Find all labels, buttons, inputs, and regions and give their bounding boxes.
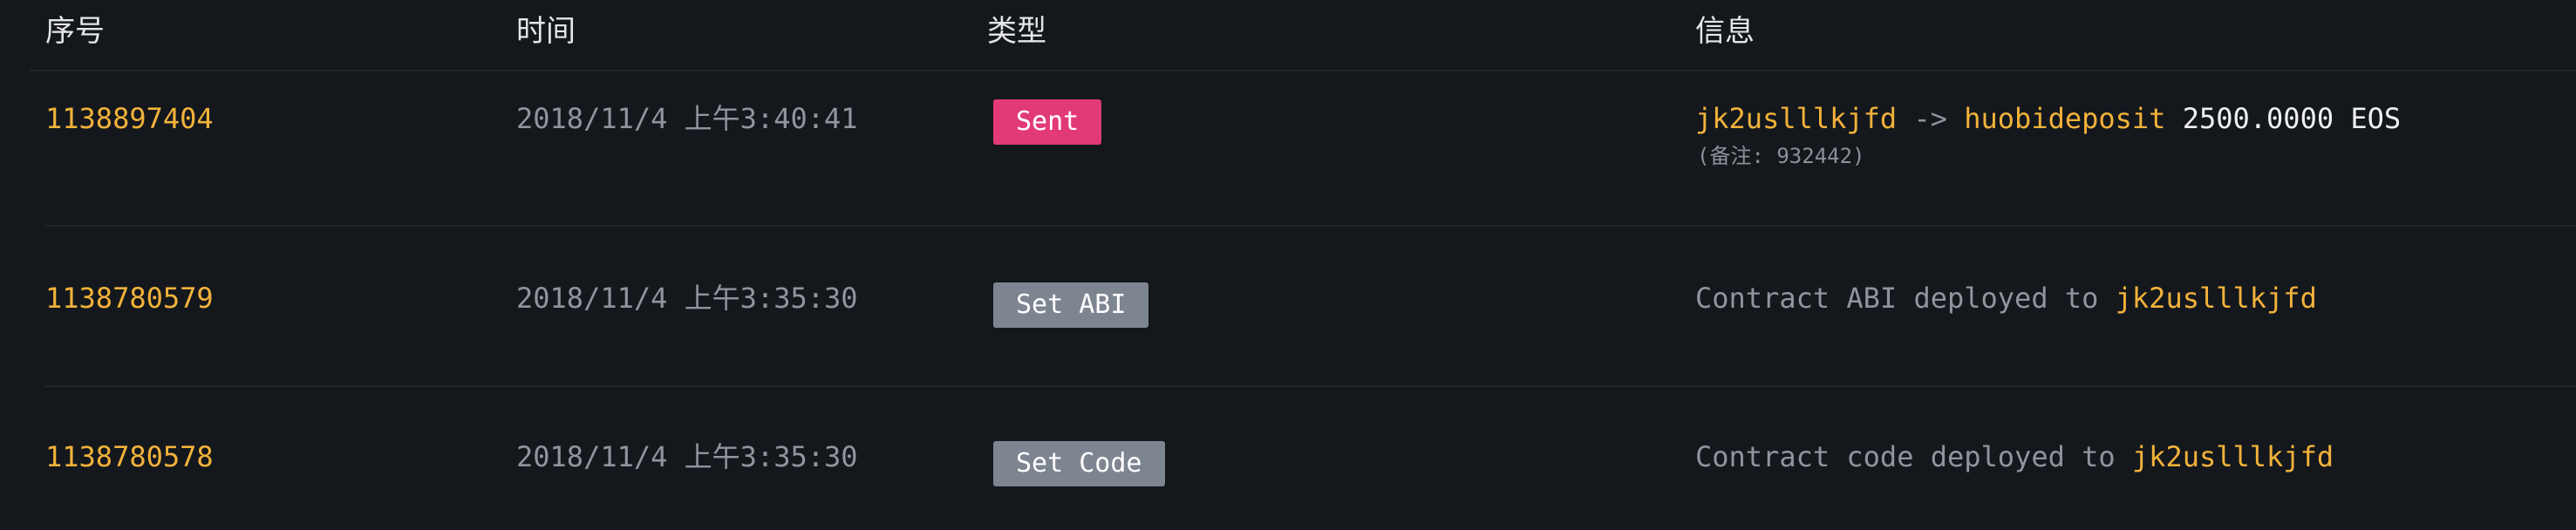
table-row: 1138780578 2018/11/4 上午3:35:30 Set Code …: [45, 387, 2576, 530]
table-row: 1138780579 2018/11/4 上午3:35:30 Set ABI C…: [45, 227, 2576, 387]
transfer-arrow: ->: [1913, 102, 1947, 135]
type-badge-set-abi: Set ABI: [993, 282, 1149, 328]
transaction-time: 2018/11/4 上午3:40:41: [516, 102, 858, 135]
transactions-table: 序号 时间 类型 信息 1138897404 2018/11/4 上午3:40:…: [0, 0, 2576, 530]
column-header-time: 时间: [516, 14, 576, 49]
transfer-amount: 2500.0000 EOS: [2182, 102, 2402, 135]
type-badge-set-code: Set Code: [993, 441, 1165, 486]
transaction-time: 2018/11/4 上午3:35:30: [516, 440, 858, 473]
table-row: 1138897404 2018/11/4 上午3:40:41 Sent jk2u…: [45, 71, 2576, 227]
to-account-link[interactable]: huobideposit: [1964, 102, 2165, 135]
transaction-time: 2018/11/4 上午3:35:30: [516, 282, 858, 315]
from-account-link[interactable]: jk2uslllkjfd: [1695, 102, 1897, 135]
type-badge-sent: Sent: [993, 99, 1102, 145]
transaction-seq-link[interactable]: 1138780579: [45, 281, 214, 316]
column-header-type: 类型: [987, 14, 1046, 49]
table-header: 序号 时间 类型 信息: [30, 0, 2576, 71]
column-header-seq: 序号: [45, 14, 105, 49]
info-text: Contract code deployed to: [1695, 440, 2116, 473]
contract-account-link[interactable]: jk2uslllkjfd: [2116, 282, 2317, 315]
info-text: Contract ABI deployed to: [1695, 282, 2099, 315]
transaction-info: Contract code deployed to jk2uslllkjfd: [1695, 439, 2334, 474]
transaction-seq-link[interactable]: 1138780578: [45, 439, 214, 474]
column-header-info: 信息: [1695, 14, 1755, 49]
transaction-info: Contract ABI deployed to jk2uslllkjfd: [1695, 281, 2317, 316]
contract-account-link[interactable]: jk2uslllkjfd: [2132, 440, 2334, 473]
transfer-memo: (备注: 932442): [1697, 144, 1865, 168]
transaction-seq-link[interactable]: 1138897404: [45, 101, 214, 136]
transaction-info: jk2uslllkjfd -> huobideposit 2500.0000 E…: [1695, 101, 2401, 136]
